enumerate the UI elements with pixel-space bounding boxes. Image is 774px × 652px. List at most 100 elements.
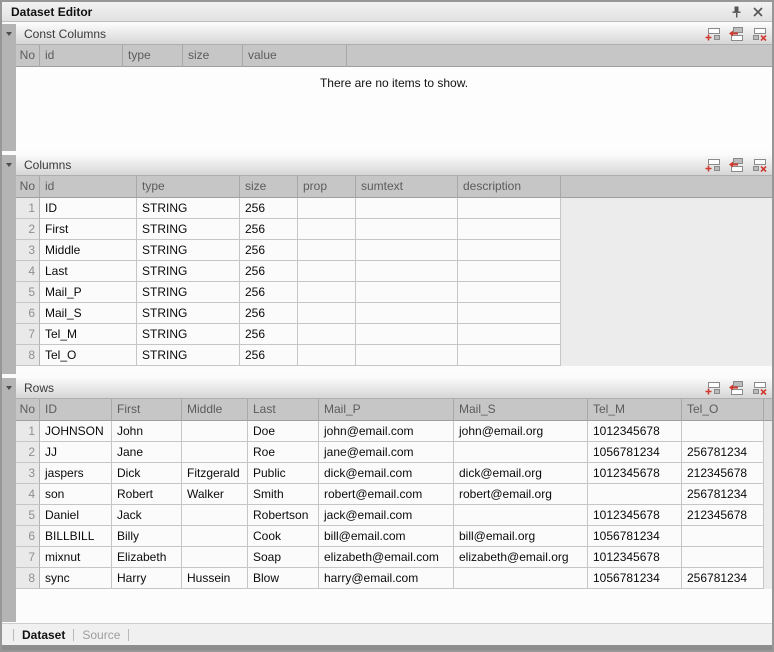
- insert-item-button[interactable]: [727, 157, 745, 173]
- table-row[interactable]: 8 Tel_O STRING 256: [16, 345, 772, 366]
- table-cell-tel-o[interactable]: 212345678: [682, 463, 764, 484]
- table-row[interactable]: 4 son Robert Walker Smith robert@email.c…: [16, 484, 772, 505]
- table-cell-middle[interactable]: Fitzgerald: [182, 463, 248, 484]
- table-cell-mail-s[interactable]: elizabeth@email.org: [454, 547, 588, 568]
- rows-collapse-button[interactable]: [2, 378, 16, 622]
- table-cell-tel-m[interactable]: 1056781234: [588, 568, 682, 589]
- table-cell-description[interactable]: [458, 282, 561, 303]
- column-header[interactable]: First: [112, 399, 182, 421]
- table-cell-first[interactable]: John: [112, 421, 182, 442]
- column-header[interactable]: ID: [40, 399, 112, 421]
- table-cell-sumtext[interactable]: [356, 345, 458, 366]
- table-cell-tel-o[interactable]: 256781234: [682, 442, 764, 463]
- table-cell-id[interactable]: mixnut: [40, 547, 112, 568]
- table-cell-sumtext[interactable]: [356, 198, 458, 219]
- table-cell-id[interactable]: Last: [40, 261, 137, 282]
- table-cell-last[interactable]: Cook: [248, 526, 319, 547]
- insert-item-button[interactable]: [727, 380, 745, 396]
- table-cell-mail-s[interactable]: dick@email.org: [454, 463, 588, 484]
- table-cell-id[interactable]: Daniel: [40, 505, 112, 526]
- table-cell-size[interactable]: 256: [240, 261, 298, 282]
- table-cell-mail-p[interactable]: robert@email.com: [319, 484, 454, 505]
- table-cell-mail-p[interactable]: john@email.com: [319, 421, 454, 442]
- table-cell-first[interactable]: Dick: [112, 463, 182, 484]
- table-row[interactable]: 4 Last STRING 256: [16, 261, 772, 282]
- table-cell-type[interactable]: STRING: [137, 240, 240, 261]
- table-cell-last[interactable]: Public: [248, 463, 319, 484]
- table-cell-id[interactable]: BILLBILL: [40, 526, 112, 547]
- table-cell-type[interactable]: STRING: [137, 324, 240, 345]
- table-cell-prop[interactable]: [298, 219, 356, 240]
- table-cell-mail-s[interactable]: robert@email.org: [454, 484, 588, 505]
- table-cell-mail-s[interactable]: [454, 442, 588, 463]
- table-cell-id[interactable]: JJ: [40, 442, 112, 463]
- table-row[interactable]: 6 Mail_S STRING 256: [16, 303, 772, 324]
- table-row[interactable]: 1 ID STRING 256: [16, 198, 772, 219]
- table-cell-prop[interactable]: [298, 261, 356, 282]
- row-number-cell[interactable]: 7: [16, 547, 40, 568]
- table-cell-tel-o[interactable]: 256781234: [682, 484, 764, 505]
- row-number-cell[interactable]: 7: [16, 324, 40, 345]
- row-number-cell[interactable]: 3: [16, 240, 40, 261]
- table-cell-mail-p[interactable]: elizabeth@email.com: [319, 547, 454, 568]
- table-cell-prop[interactable]: [298, 303, 356, 324]
- table-cell-first[interactable]: Jane: [112, 442, 182, 463]
- row-number-cell[interactable]: 1: [16, 198, 40, 219]
- table-cell-middle[interactable]: [182, 421, 248, 442]
- column-header[interactable]: id: [40, 45, 123, 67]
- table-row[interactable]: 1 JOHNSON John Doe john@email.com john@e…: [16, 421, 772, 442]
- row-number-cell[interactable]: 8: [16, 345, 40, 366]
- close-button[interactable]: [750, 4, 766, 19]
- table-cell-size[interactable]: 256: [240, 282, 298, 303]
- table-cell-middle[interactable]: Hussein: [182, 568, 248, 589]
- delete-item-button[interactable]: [750, 26, 768, 42]
- table-cell-tel-m[interactable]: [588, 484, 682, 505]
- table-cell-middle[interactable]: [182, 505, 248, 526]
- table-cell-id[interactable]: Mail_S: [40, 303, 137, 324]
- table-cell-tel-m[interactable]: 1012345678: [588, 505, 682, 526]
- column-header[interactable]: Tel_M: [588, 399, 682, 421]
- table-cell-prop[interactable]: [298, 240, 356, 261]
- row-number-cell[interactable]: 4: [16, 484, 40, 505]
- table-cell-type[interactable]: STRING: [137, 219, 240, 240]
- table-cell-last[interactable]: Soap: [248, 547, 319, 568]
- table-cell-first[interactable]: Robert: [112, 484, 182, 505]
- table-cell-last[interactable]: Blow: [248, 568, 319, 589]
- columns-collapse-button[interactable]: [2, 155, 16, 374]
- table-row[interactable]: 5 Mail_P STRING 256: [16, 282, 772, 303]
- table-cell-id[interactable]: Tel_M: [40, 324, 137, 345]
- column-header[interactable]: No: [16, 399, 40, 421]
- column-header[interactable]: Mail_S: [454, 399, 588, 421]
- tab-dataset[interactable]: Dataset: [22, 628, 65, 642]
- row-number-cell[interactable]: 4: [16, 261, 40, 282]
- column-header[interactable]: description: [458, 176, 561, 198]
- row-number-cell[interactable]: 5: [16, 282, 40, 303]
- table-cell-tel-o[interactable]: [682, 526, 764, 547]
- table-cell-size[interactable]: 256: [240, 240, 298, 261]
- table-cell-last[interactable]: Doe: [248, 421, 319, 442]
- table-cell-mail-p[interactable]: bill@email.com: [319, 526, 454, 547]
- pin-button[interactable]: [728, 4, 744, 19]
- table-cell-id[interactable]: First: [40, 219, 137, 240]
- row-number-cell[interactable]: 5: [16, 505, 40, 526]
- column-header[interactable]: Tel_O: [682, 399, 764, 421]
- table-row[interactable]: 5 Daniel Jack Robertson jack@email.com 1…: [16, 505, 772, 526]
- row-number-cell[interactable]: 8: [16, 568, 40, 589]
- column-header[interactable]: size: [183, 45, 243, 67]
- table-cell-middle[interactable]: [182, 526, 248, 547]
- table-cell-tel-m[interactable]: 1056781234: [588, 526, 682, 547]
- table-cell-type[interactable]: STRING: [137, 261, 240, 282]
- table-cell-description[interactable]: [458, 240, 561, 261]
- delete-item-button[interactable]: [750, 380, 768, 396]
- column-header[interactable]: type: [137, 176, 240, 198]
- table-cell-first[interactable]: Elizabeth: [112, 547, 182, 568]
- row-number-cell[interactable]: 3: [16, 463, 40, 484]
- row-number-cell[interactable]: 6: [16, 303, 40, 324]
- table-cell-first[interactable]: Harry: [112, 568, 182, 589]
- table-cell-first[interactable]: Billy: [112, 526, 182, 547]
- row-number-cell[interactable]: 6: [16, 526, 40, 547]
- column-header[interactable]: Last: [248, 399, 319, 421]
- table-cell-mail-p[interactable]: harry@email.com: [319, 568, 454, 589]
- row-number-cell[interactable]: 2: [16, 442, 40, 463]
- table-cell-description[interactable]: [458, 345, 561, 366]
